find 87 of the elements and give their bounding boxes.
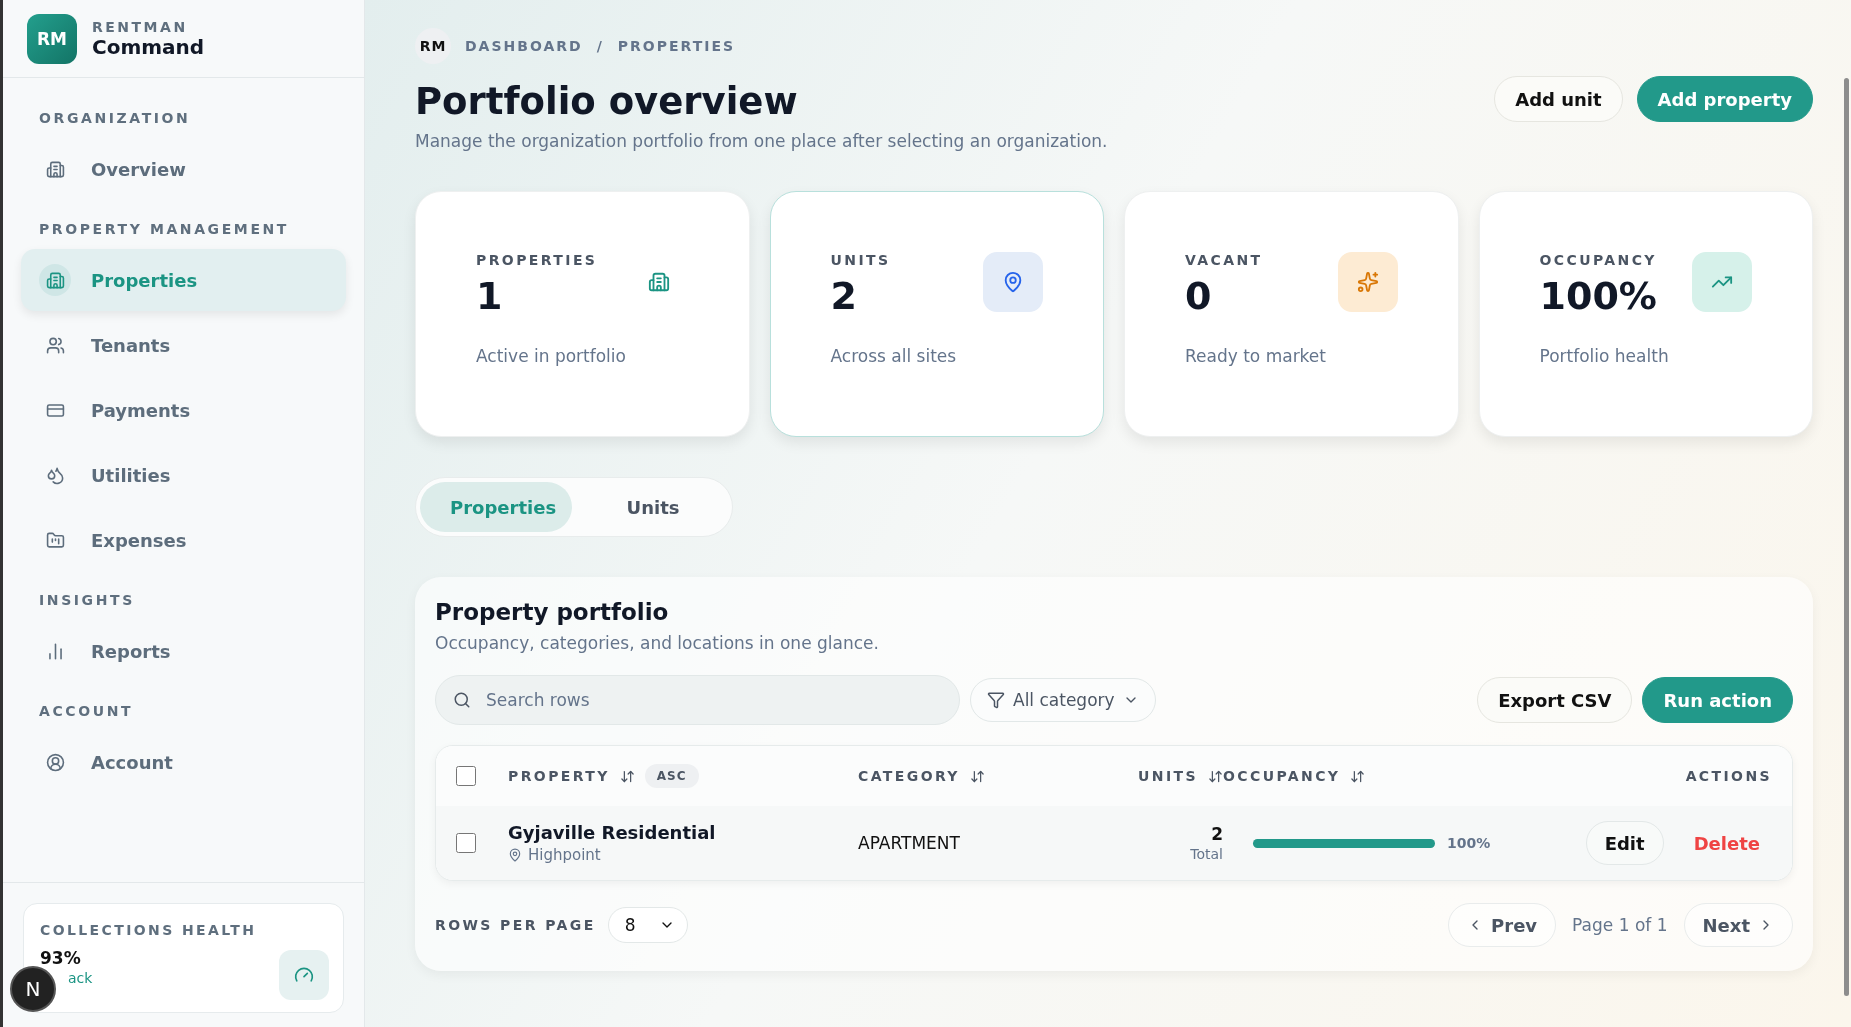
sidebar-item[interactable]: Reports: [21, 620, 346, 682]
breadcrumb-badge: RM: [415, 28, 451, 64]
section-title: ACCOUNT: [38, 702, 135, 721]
column-header[interactable]: PROPERTY: [508, 768, 610, 784]
sidebar-item[interactable]: Overview: [21, 138, 346, 200]
occupancy-percent: 100%: [1447, 835, 1491, 851]
secondary-button[interactable]: Add unit: [1494, 76, 1623, 122]
units-value: 2: [1210, 824, 1223, 844]
stat-label: VACANT: [1185, 252, 1264, 268]
sort-icon[interactable]: [969, 768, 985, 784]
page-title: Portfolio overview: [415, 80, 799, 123]
stat-note: Active in portfolio: [476, 346, 626, 366]
stat-note: Ready to market: [1185, 346, 1326, 366]
sidebar-item[interactable]: Properties: [21, 249, 346, 311]
search-field[interactable]: Search rows: [435, 675, 960, 725]
sort-badge: ASC: [644, 764, 699, 788]
map-pin-icon: [1002, 271, 1024, 293]
category-filter[interactable]: All category: [970, 678, 1156, 722]
breadcrumb-separator: /: [596, 38, 604, 54]
search-icon: [453, 691, 471, 709]
drops-icon: [45, 465, 65, 485]
sidebar-item[interactable]: Tenants: [21, 314, 346, 376]
stat-value: 2: [830, 274, 858, 318]
gauge-button[interactable]: [279, 950, 329, 1000]
stat-value: 100%: [1539, 274, 1658, 318]
brand-eyebrow: RENTMAN: [92, 18, 189, 35]
column-header[interactable]: OCCUPANCY: [1223, 768, 1341, 784]
sidebar-item[interactable]: Expenses: [21, 509, 346, 571]
brand-logo: RM: [27, 13, 77, 64]
select-all-checkbox[interactable]: [456, 766, 476, 786]
next-button[interactable]: Next: [1683, 903, 1793, 947]
stat-label: UNITS: [830, 252, 892, 268]
primary-button[interactable]: Add property: [1636, 76, 1813, 122]
panel-title: Property portfolio: [435, 599, 670, 625]
section-title: PROPERTY MANAGEMENT: [38, 220, 290, 239]
rows-per-page-label: ROWS PER PAGE: [435, 917, 596, 933]
property-name: Gyjaville Residential: [508, 822, 717, 843]
rows-per-page-select[interactable]: 8: [607, 907, 689, 943]
panel-subtitle: Occupancy, categories, and locations in one glance.: [435, 633, 880, 653]
stat-label: OCCUPANCY: [1539, 252, 1658, 268]
folder-icon: [45, 530, 65, 550]
health-value: 93%: [40, 948, 82, 968]
scrollbar[interactable]: [1844, 78, 1849, 996]
health-title: COLLECTIONS HEALTH: [40, 922, 258, 938]
sparkle-icon: [1356, 271, 1379, 293]
tab[interactable]: Units: [578, 482, 728, 532]
section-title: ORGANIZATION: [38, 109, 192, 128]
sort-icon[interactable]: [619, 768, 635, 784]
sidebar-item[interactable]: Payments: [21, 379, 346, 441]
gauge-icon: [294, 965, 314, 985]
stat-note: Portfolio health: [1539, 346, 1669, 366]
section-title: INSIGHTS: [38, 591, 136, 610]
sidebar-item[interactable]: Utilities: [21, 444, 346, 506]
building-icon: [45, 270, 65, 290]
filter-icon: [987, 691, 1005, 709]
breadcrumb-link[interactable]: DASHBOARD: [465, 38, 583, 54]
stat-value: 1: [476, 274, 504, 318]
units-note: Total: [1189, 846, 1223, 862]
page-indicator: Page 1 of 1: [1571, 915, 1669, 935]
sort-icon[interactable]: [1350, 768, 1366, 784]
breadcrumb-link[interactable]: PROPERTIES: [617, 38, 736, 54]
building-icon: [45, 159, 65, 179]
dev-badge[interactable]: N: [10, 966, 56, 1012]
stat-note: Across all sites: [830, 346, 957, 366]
column-header[interactable]: CATEGORY: [858, 768, 960, 784]
health-link[interactable]: ack: [68, 970, 93, 986]
building-icon: [647, 271, 670, 293]
primary-button[interactable]: Run action: [1642, 677, 1793, 723]
prev-button[interactable]: Prev: [1448, 903, 1557, 947]
row-checkbox[interactable]: [456, 833, 476, 853]
delete-button[interactable]: Delete: [1693, 832, 1772, 854]
stat-label: PROPERTIES: [476, 252, 599, 268]
user-circle-icon: [45, 752, 65, 772]
property-location: Highpoint: [528, 846, 601, 864]
map-pin-icon: [508, 848, 522, 862]
sidebar-item[interactable]: Account: [21, 731, 346, 793]
brand-name: Command: [92, 34, 205, 59]
column-header[interactable]: UNITS: [1138, 768, 1198, 784]
page-subtitle: Manage the organization portfolio from one place after selecting an organization.: [415, 131, 1108, 151]
tab[interactable]: Properties: [420, 482, 572, 532]
category-cell-text: APARTMENT: [858, 833, 961, 853]
column-header: ACTIONS: [1685, 768, 1772, 784]
edit-button[interactable]: Edit: [1585, 821, 1664, 865]
users-icon: [45, 335, 65, 355]
stat-value: 0: [1185, 274, 1213, 318]
sort-icon[interactable]: [1208, 768, 1223, 784]
secondary-button[interactable]: Export CSV: [1477, 677, 1633, 723]
